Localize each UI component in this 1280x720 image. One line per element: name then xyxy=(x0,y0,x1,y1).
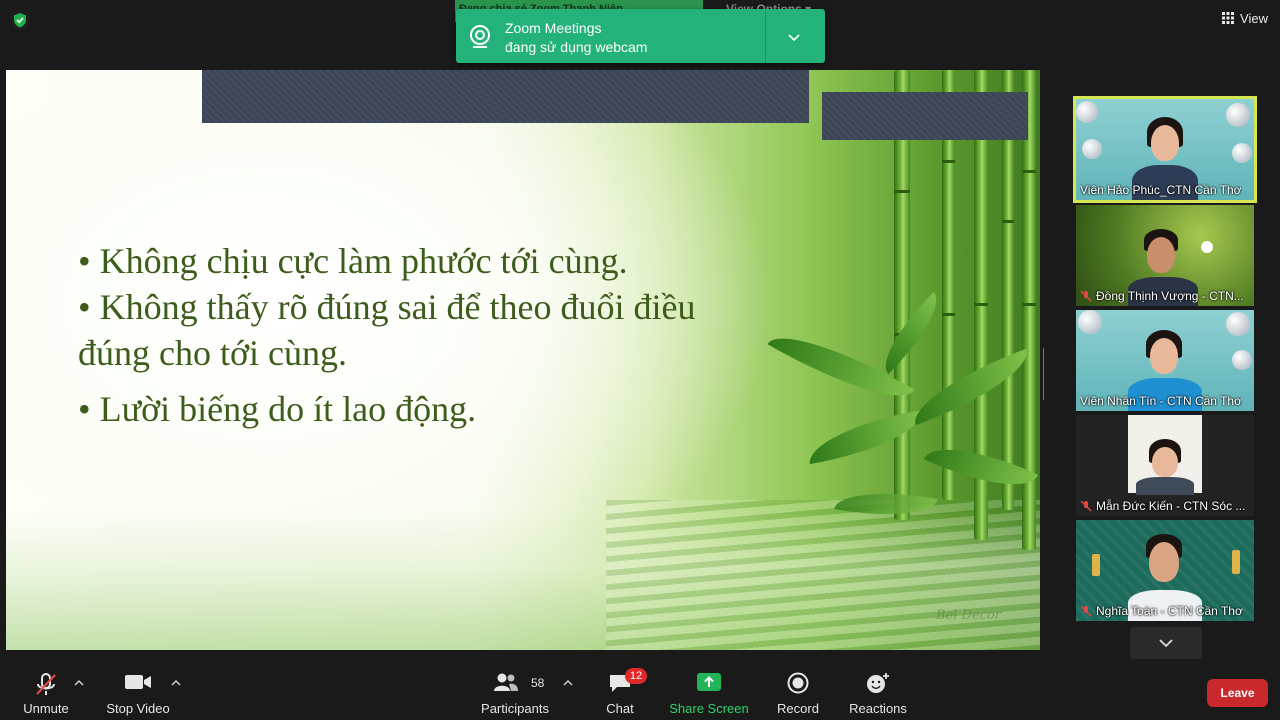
balloon xyxy=(1226,312,1250,336)
record-button[interactable]: Record xyxy=(770,660,826,720)
title-band-right xyxy=(822,92,1028,140)
stop-video-label: Stop Video xyxy=(106,701,170,716)
slide-bullet-2-cont: đúng cho tới cùng. xyxy=(78,333,347,373)
participant-body xyxy=(1136,477,1194,495)
participant-face xyxy=(1150,338,1178,374)
participants-icon xyxy=(493,673,518,691)
audio-options-caret[interactable] xyxy=(74,678,84,688)
video-options-caret[interactable] xyxy=(171,678,181,688)
participants-button[interactable]: 58 Participants xyxy=(476,660,554,720)
balloon xyxy=(1232,350,1252,370)
title-band xyxy=(202,70,809,123)
participant-face xyxy=(1152,447,1178,477)
notification-divider xyxy=(765,9,766,63)
unmute-button[interactable]: Unmute xyxy=(12,660,80,720)
balloon xyxy=(1232,143,1252,163)
reactions-icon xyxy=(867,673,889,693)
reactions-button[interactable]: Reactions xyxy=(846,660,910,720)
chat-label: Chat xyxy=(606,701,634,716)
slide-bullet-2: • Không thấy rõ đúng sai để theo đuổi đi… xyxy=(78,287,696,327)
webcam-icon xyxy=(470,25,490,48)
participant-name: Nghĩa Toàn - CTN Cần Thơ xyxy=(1080,604,1243,618)
participants-count: 58 xyxy=(531,676,545,690)
participant-tile[interactable]: Đồng Thịnh Vượng - CTN... xyxy=(1076,205,1254,306)
unmute-label: Unmute xyxy=(23,701,69,716)
participant-name: Viên Nhân Tín - CTN Cần Thơ xyxy=(1080,394,1242,408)
participant-tile[interactable]: Viên Nhân Tín - CTN Cần Thơ xyxy=(1076,310,1254,411)
share-screen-icon xyxy=(697,673,721,691)
grid-icon xyxy=(1222,12,1235,24)
scroll-down-button[interactable] xyxy=(1130,627,1202,659)
mic-muted-icon xyxy=(1080,290,1092,302)
balloon xyxy=(1226,103,1250,127)
participant-face xyxy=(1151,125,1179,161)
notification-subtitle: đang sử dụng webcam xyxy=(505,39,648,55)
mic-muted-icon xyxy=(36,673,56,695)
bamboo-leaf xyxy=(869,291,953,375)
slide-watermark: Bel Decor xyxy=(936,608,1001,623)
balloon xyxy=(1078,310,1102,334)
participants-label: Participants xyxy=(481,701,549,716)
chevron-down-icon xyxy=(1159,639,1173,648)
flower xyxy=(1201,241,1213,253)
participant-tile[interactable]: Viên Hảo Phúc_CTN Cần Thơ xyxy=(1073,96,1257,203)
shield-icon[interactable] xyxy=(10,10,30,30)
chat-unread-badge: 12 xyxy=(625,668,647,684)
participant-face xyxy=(1147,237,1175,273)
record-icon xyxy=(787,672,809,694)
chevron-down-icon[interactable] xyxy=(786,29,802,45)
participant-name: Đồng Thịnh Vượng - CTN... xyxy=(1080,289,1244,303)
webcam-notification[interactable]: Zoom Meetings đang sử dụng webcam xyxy=(456,9,825,63)
mic-muted-icon xyxy=(1080,500,1092,512)
share-screen-button[interactable]: Share Screen xyxy=(668,660,750,720)
reactions-label: Reactions xyxy=(849,701,907,716)
bamboo-leaf xyxy=(904,348,1038,426)
shared-slide: • Không chịu cực làm phước tới cùng. • K… xyxy=(6,70,1040,650)
mic-muted-icon xyxy=(1080,605,1092,617)
participant-tile[interactable]: Nghĩa Toàn - CTN Cần Thơ xyxy=(1076,520,1254,621)
leave-button[interactable]: Leave xyxy=(1207,679,1268,707)
view-button[interactable]: View xyxy=(1222,8,1268,28)
view-label: View xyxy=(1240,10,1268,26)
balloon xyxy=(1082,139,1102,159)
participants-options-caret[interactable] xyxy=(563,678,573,688)
participant-name: Mẫn Đức Kiến - CTN Sóc ... xyxy=(1080,499,1245,513)
lantern xyxy=(1232,550,1240,574)
balloon xyxy=(1076,101,1098,123)
lantern xyxy=(1092,554,1100,576)
slide-bullet-3: • Lười biếng do ít lao động. xyxy=(78,389,477,429)
notification-title: Zoom Meetings xyxy=(505,20,602,36)
share-screen-label: Share Screen xyxy=(669,701,749,716)
video-camera-icon xyxy=(125,675,151,689)
slide-bullet-1: • Không chịu cực làm phước tới cùng. xyxy=(78,241,628,281)
stop-video-button[interactable]: Stop Video xyxy=(100,660,176,720)
participant-name: Viên Hảo Phúc_CTN Cần Thơ xyxy=(1080,183,1242,197)
participant-tile[interactable]: Mẫn Đức Kiến - CTN Sóc ... xyxy=(1076,415,1254,516)
panel-resize-handle[interactable] xyxy=(1043,348,1047,400)
participant-face xyxy=(1149,542,1179,582)
record-label: Record xyxy=(777,701,819,716)
